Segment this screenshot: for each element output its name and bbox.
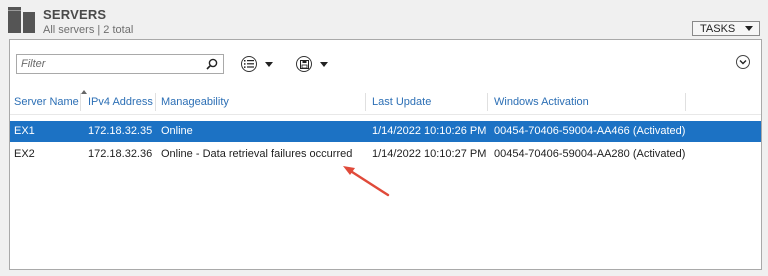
cell-last-update: 1/14/2022 10:10:26 PM: [372, 125, 487, 137]
column-server-name[interactable]: Server Name: [14, 96, 79, 108]
cell-ipv4: 172.18.32.36: [88, 148, 153, 160]
cell-server-name: EX2: [14, 148, 35, 160]
cell-server-name: EX1: [14, 125, 35, 137]
column-ipv4[interactable]: IPv4 Address: [88, 96, 153, 108]
caret-down-icon: [745, 26, 753, 31]
list-icon: [241, 56, 257, 72]
cell-ipv4: 172.18.32.35: [88, 125, 153, 137]
save-query-button[interactable]: [296, 54, 328, 74]
column-windows-activation[interactable]: Windows Activation: [494, 96, 589, 108]
annotation-arrow: [343, 166, 390, 197]
column-manageability[interactable]: Manageability: [161, 96, 229, 108]
servers-panel: Server Name IPv4 Address Manageability L…: [9, 39, 762, 270]
cell-windows-activation: 00454-70406-59004-AA466 (Activated): [494, 125, 686, 137]
cell-windows-activation: 00454-70406-59004-AA280 (Activated): [494, 148, 686, 160]
chevron-down-icon[interactable]: [736, 55, 750, 69]
column-last-update[interactable]: Last Update: [372, 96, 431, 108]
servers-icon: [8, 7, 36, 33]
view-options-button[interactable]: [241, 54, 273, 74]
filter-box[interactable]: [16, 54, 224, 74]
server-count: All servers | 2 total: [43, 24, 134, 36]
search-icon[interactable]: [206, 58, 218, 70]
save-icon: [296, 56, 312, 72]
caret-down-icon: [320, 61, 328, 67]
sort-ascending-icon: [81, 90, 87, 94]
tasks-label: TASKS: [700, 22, 736, 35]
filter-input[interactable]: [21, 56, 201, 72]
tasks-button[interactable]: TASKS: [692, 21, 760, 36]
cell-manageability: Online - Data retrieval failures occurre…: [161, 148, 353, 160]
caret-down-icon: [265, 61, 273, 67]
page-title: SERVERS: [43, 7, 107, 22]
cell-manageability: Online: [161, 125, 193, 137]
cell-last-update: 1/14/2022 10:10:27 PM: [372, 148, 487, 160]
table-row[interactable]: EX1 172.18.32.35 Online 1/14/2022 10:10:…: [10, 121, 761, 142]
